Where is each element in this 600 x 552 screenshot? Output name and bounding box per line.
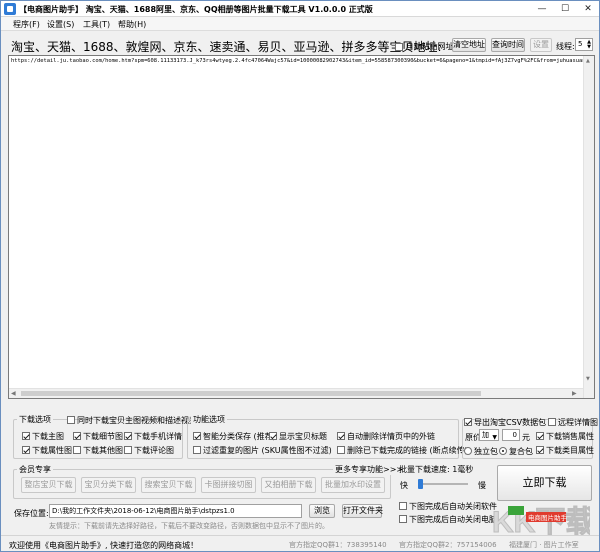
mobile-detail-checkbox[interactable]: 下载手机详情 [124, 431, 182, 442]
query-time-button[interactable]: 查询时间 [491, 38, 525, 52]
vertical-scrollbar[interactable]: ▲ ▼ [583, 56, 594, 398]
price-op-select[interactable]: 加 ▼ [479, 429, 499, 441]
maximize-button[interactable]: ☐ [554, 2, 576, 16]
welcome-status: 欢迎使用《电商图片助手》, 快速打造您的网络商城！ [9, 541, 199, 550]
vendor-info: 福建厦门 · 图片工作室 [509, 541, 579, 549]
watermark-settings-button[interactable]: 批量加水印设置 [321, 477, 385, 493]
window-title: 【电商图片助手】 淘宝、天猫、1688阿里、京东、QQ相册等图片批量下载工具 V… [19, 5, 373, 14]
standalone-package-radio[interactable]: 独立包 [464, 446, 498, 457]
scroll-down-icon[interactable]: ▼ [586, 376, 590, 382]
price-unit-label: 元 [522, 433, 530, 442]
smart-save-checkbox[interactable]: 智能分类保存 (推荐) [193, 431, 276, 442]
sales-attr-checkbox[interactable]: 下载销售属性 [536, 431, 594, 442]
menu-bar: 程序(F) 设置(S) 工具(T) 帮助(H) [1, 17, 599, 31]
function-options-title: 功能选项 [191, 414, 227, 425]
open-folder-button[interactable]: 打开文件夹 [342, 504, 383, 518]
menu-tools[interactable]: 工具(T) [83, 19, 110, 30]
threads-spinner[interactable]: 5 ▲ ▼ [575, 38, 593, 51]
image-stitch-button[interactable]: 卡图拼接切图 [201, 477, 256, 493]
menu-program[interactable]: 程序(F) [13, 19, 40, 30]
horizontal-scroll-thumb[interactable] [21, 391, 481, 396]
close-button[interactable]: ✕ [577, 2, 599, 16]
scroll-left-icon[interactable]: ◀ [11, 390, 16, 397]
horizontal-scrollbar[interactable]: ◀ ▶ [9, 388, 583, 398]
save-location-label: 保存位置: [14, 509, 49, 518]
review-image-checkbox[interactable]: 下载评论图 [124, 445, 174, 456]
browse-button[interactable]: 浏览 [309, 504, 335, 518]
search-download-button[interactable]: 搜索宝贝下载 [141, 477, 196, 493]
slider-thumb[interactable] [418, 479, 423, 489]
main-image-checkbox[interactable]: 下载主图 [22, 431, 64, 442]
shop-attr-checkbox[interactable]: 下载类目属性 [536, 445, 594, 456]
download-speed-label: 批量下载速度: 1毫秒 [399, 465, 474, 474]
auto-close-app-checkbox[interactable]: 下图完成后自动关闭软件 [399, 501, 497, 512]
start-download-button[interactable]: 立即下载 [497, 465, 592, 501]
watermark-green-badge [508, 506, 524, 515]
auto-paste-check-box[interactable] [395, 42, 403, 51]
url-textarea[interactable]: https://detail.ju.taobao.com/home.htm?sp… [8, 55, 595, 399]
sync-video-checkbox[interactable]: 同时下载宝贝主图视频和描述视频 [67, 415, 197, 426]
detail-image-checkbox[interactable]: 下载细节图 [73, 431, 123, 442]
download-options-title: 下载选项 [17, 414, 53, 425]
delete-done-checkbox[interactable]: 删除已下载完成的链接 (断点续传) [337, 445, 468, 456]
threads-label: 线程: [556, 42, 575, 51]
speed-fast-label: 快 [400, 481, 408, 490]
shop-download-button[interactable]: 整店宝贝下载 [21, 477, 76, 493]
speed-slow-label: 慢 [478, 481, 486, 490]
save-path-input[interactable]: D:\我的工作文件夹\2018-06-12\电商图片助手\dstpzs1.0 [49, 504, 302, 518]
url-text-content: https://detail.ju.taobao.com/home.htm?sp… [11, 58, 586, 64]
tip-text: 友情提示：下载前请先选择好路径，下载后不要改变路径，否则数据包中显示不了图片的。 [49, 522, 329, 530]
remote-detail-checkbox[interactable]: 远程详情图 [548, 417, 598, 428]
qq-group-1[interactable]: 官方指定QQ群1：738395140 [289, 540, 387, 550]
watermark-subtext: 电商图片助手 [528, 513, 568, 522]
attr-image-checkbox[interactable]: 下载属性图 [22, 445, 72, 456]
title-bar: 【电商图片助手】 淘宝、天猫、1688阿里、京东、QQ相册等图片批量下载工具 V… [1, 1, 599, 17]
menu-settings[interactable]: 设置(S) [47, 19, 74, 30]
status-bar: 欢迎使用《电商图片助手》, 快速打造您的网络商城！ 官方指定QQ群1：73839… [1, 535, 599, 551]
album-download-button[interactable]: 又拍相册下载 [261, 477, 316, 493]
threads-value: 5 [578, 40, 583, 48]
auto-delete-links-checkbox[interactable]: 自动删除详情页中的外链 [337, 431, 435, 442]
qq-group-2[interactable]: 官方指定QQ群2：757154006 [399, 540, 497, 550]
other-image-checkbox[interactable]: 下载其他图 [73, 445, 123, 456]
download-speed-slider[interactable] [418, 479, 468, 489]
url-source-label: 淘宝、天猫、1688、敦煌网、京东、速卖通、易贝、亚马逊、拼多多等宝贝地址: [11, 40, 442, 54]
app-window: 【电商图片助手】 淘宝、天猫、1688阿里、京东、QQ相册等图片批量下载工具 V… [0, 0, 600, 552]
more-features-link[interactable]: 更多专享功能>>> [333, 464, 406, 475]
clear-address-button[interactable]: 清空地址 [452, 38, 486, 52]
combined-package-radio[interactable]: 复合包 [499, 446, 533, 457]
price-value-input[interactable]: 0 [502, 429, 520, 441]
scroll-right-icon[interactable]: ▶ [572, 390, 577, 397]
auto-paste-checkbox[interactable]: 自动粘贴网址 [395, 41, 454, 52]
export-csv-checkbox[interactable]: 导出淘宝CSV数据包 [464, 417, 546, 428]
scroll-up-icon[interactable]: ▲ [586, 58, 590, 64]
auto-paste-label: 自动粘贴网址 [405, 42, 454, 51]
auto-shutdown-checkbox[interactable]: 下图完成后自动关闭电脑 [399, 514, 497, 525]
filter-repeat-checkbox[interactable]: 过滤重复的图片 (SKU属性图不过滤) [193, 445, 332, 456]
category-download-button[interactable]: 宝贝分类下载 [81, 477, 136, 493]
settings-button[interactable]: 设置 [530, 38, 552, 52]
minimize-button[interactable]: — [531, 2, 553, 16]
spinner-arrows-icon[interactable]: ▲ ▼ [587, 40, 591, 50]
member-title: 会员专享 [17, 464, 53, 475]
menu-help[interactable]: 帮助(H) [118, 19, 146, 30]
show-title-checkbox[interactable]: 显示宝贝标题 [269, 431, 327, 442]
chevron-down-icon: ▼ [492, 434, 497, 441]
app-logo-icon [4, 3, 16, 15]
